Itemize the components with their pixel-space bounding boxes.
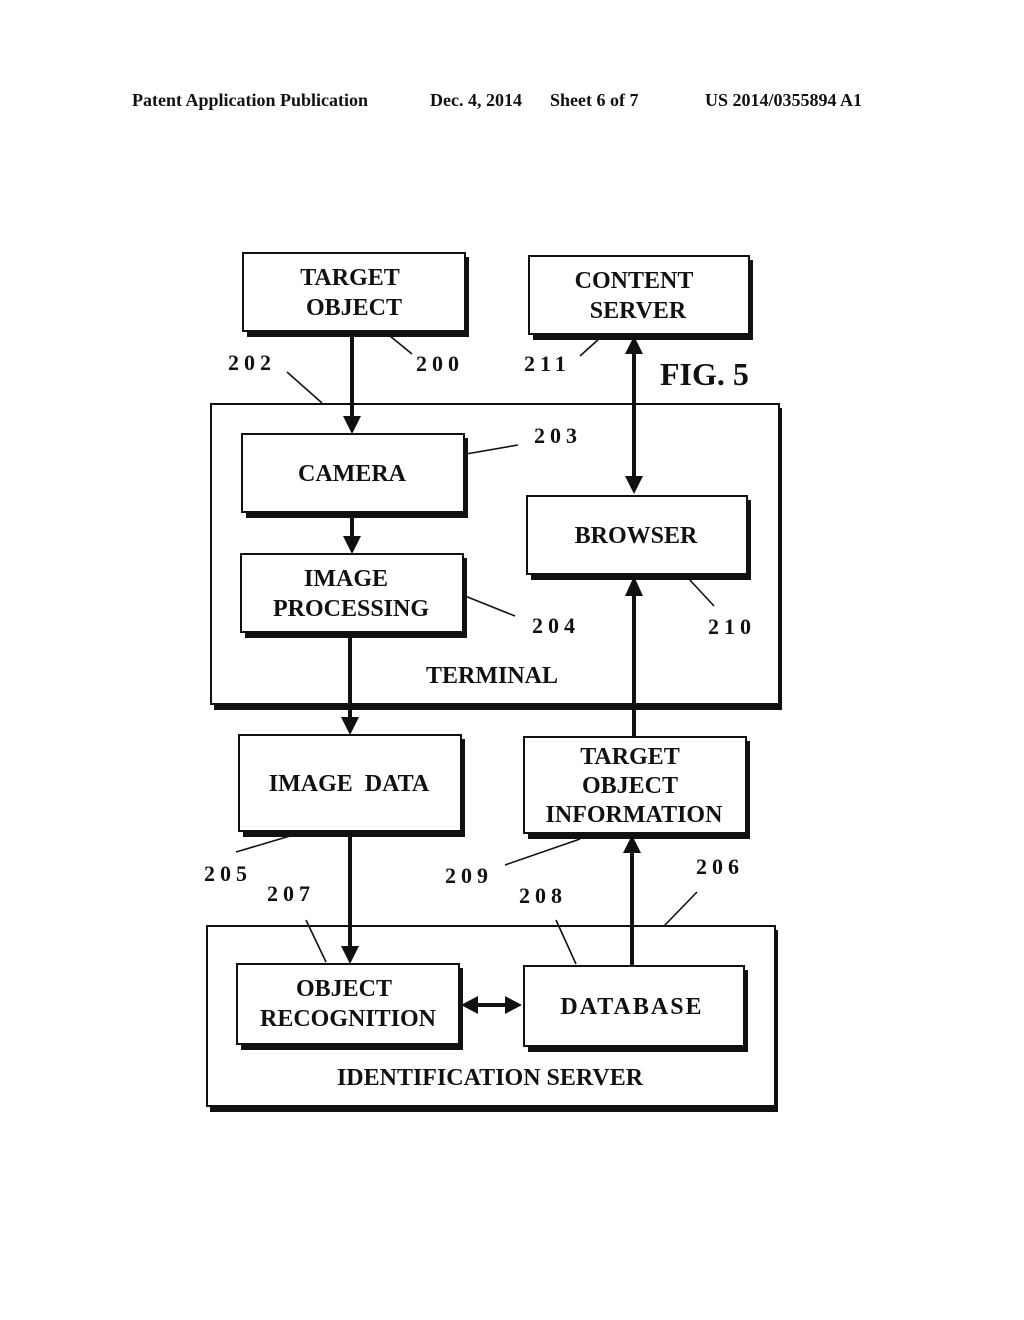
ref-208: 208 <box>519 883 567 908</box>
target-object-information-block: TARGET OBJECT INFORMATION <box>523 736 750 839</box>
identification-server-label: IDENTIFICATION SERVER <box>337 1065 644 1091</box>
database-block: DATABASE <box>523 965 748 1052</box>
ref-211: 211 <box>524 351 571 376</box>
svg-text:SERVER: SERVER <box>590 298 687 324</box>
svg-text:PROCESSING: PROCESSING <box>273 596 429 622</box>
svg-text:IMAGE: IMAGE <box>304 566 388 592</box>
svg-text:OBJECT: OBJECT <box>296 976 392 1002</box>
svg-text:CAMERA: CAMERA <box>298 461 407 487</box>
target-object-block: TARGET OBJECT <box>242 252 469 337</box>
image-data-block: IMAGE DATA <box>238 734 465 837</box>
svg-text:OBJECT: OBJECT <box>582 773 678 799</box>
arrow-target-to-camera <box>343 333 361 434</box>
svg-text:IMAGE DATA: IMAGE DATA <box>269 771 430 797</box>
figure-label: FIG. 5 <box>660 356 749 392</box>
ref-202: 202 <box>228 350 276 375</box>
svg-text:TARGET: TARGET <box>580 744 680 770</box>
ref-205: 205 <box>204 861 252 886</box>
ref-207: 207 <box>267 881 315 906</box>
svg-text:OBJECT: OBJECT <box>306 295 402 321</box>
ref-204: 204 <box>532 613 580 638</box>
svg-text:DATABASE: DATABASE <box>560 994 703 1020</box>
fig5-diagram: TERMINAL IDENTIFICATION SERVER TARGET OB… <box>204 252 782 1112</box>
ref-200: 200 <box>416 351 464 376</box>
ref-209: 209 <box>445 863 493 888</box>
camera-block: CAMERA <box>241 433 468 518</box>
image-processing-block: IMAGE PROCESSING <box>240 553 467 638</box>
svg-text:BROWSER: BROWSER <box>575 523 698 549</box>
content-server-block: CONTENT SERVER <box>528 255 753 340</box>
svg-text:CONTENT: CONTENT <box>575 268 694 294</box>
svg-text:TARGET: TARGET <box>300 265 400 291</box>
ref-203: 203 <box>534 423 582 448</box>
browser-block: BROWSER <box>526 495 751 580</box>
svg-text:RECOGNITION: RECOGNITION <box>260 1006 437 1032</box>
terminal-label: TERMINAL <box>426 663 558 689</box>
ref-206: 206 <box>696 854 744 879</box>
ref-210: 210 <box>708 614 756 639</box>
object-recognition-block: OBJECT RECOGNITION <box>236 963 463 1050</box>
svg-text:INFORMATION: INFORMATION <box>546 802 724 828</box>
